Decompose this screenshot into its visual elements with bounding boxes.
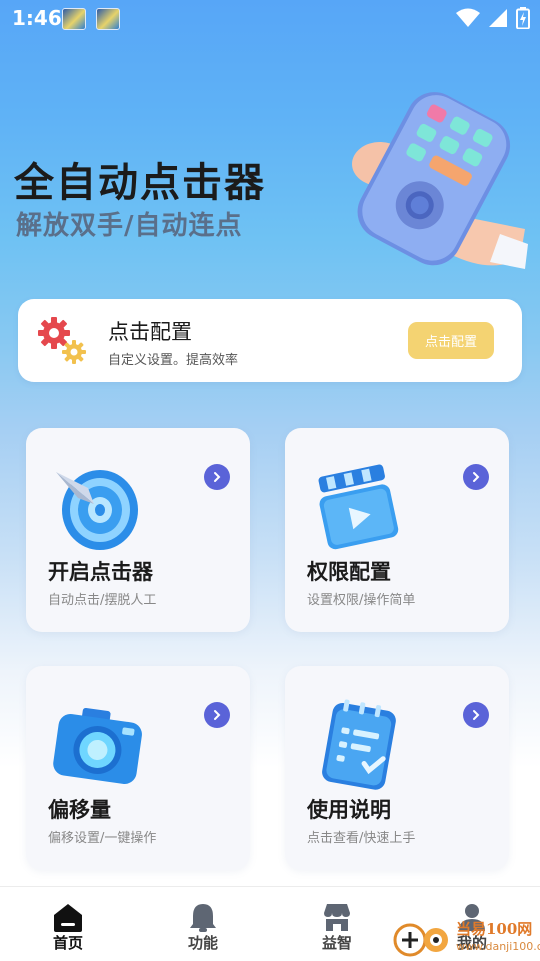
nav-item-home[interactable]: 首页 — [28, 887, 108, 961]
offset-card[interactable]: 偏移量 偏移设置/一键操作 — [26, 666, 250, 870]
hero-subtitle: 解放双手/自动连点 — [16, 211, 243, 241]
chevron-right-icon[interactable] — [204, 464, 230, 490]
card-description: 设置权限/操作简单 — [307, 593, 416, 608]
nav-label: 首页 — [52, 934, 83, 952]
target-icon — [56, 470, 138, 550]
card-title: 偏移量 — [48, 798, 111, 822]
app-notification-icon — [96, 8, 120, 30]
clapperboard-play-icon — [318, 464, 399, 550]
remote-control-illustration — [352, 92, 528, 269]
store-icon — [324, 904, 350, 931]
card-description: 点击查看/快速上手 — [307, 831, 416, 846]
card-description: 自动点击/摆脱人工 — [48, 593, 157, 608]
card-title: 使用说明 — [307, 798, 391, 822]
nav-label: 功能 — [187, 934, 218, 952]
wifi-icon — [456, 8, 480, 27]
signal-icon — [489, 9, 507, 27]
click-config-button[interactable]: 点击配置 — [408, 322, 494, 359]
status-time: 1:46 — [12, 6, 62, 30]
config-title: 点击配置 — [108, 320, 192, 344]
battery-icon — [516, 7, 530, 29]
watermark-url: www.danji100.com — [456, 940, 540, 953]
instructions-card[interactable]: 使用说明 点击查看/快速上手 — [285, 666, 509, 870]
camera-icon — [53, 707, 142, 784]
card-title: 权限配置 — [307, 560, 391, 584]
home-icon — [54, 904, 82, 932]
nav-item-features[interactable]: 功能 — [163, 887, 243, 961]
nav-item-puzzle[interactable]: 益智 — [297, 887, 377, 961]
notepad-icon — [322, 699, 396, 790]
gears-icon — [38, 317, 86, 364]
card-title: 开启点击器 — [48, 560, 153, 584]
chevron-right-icon[interactable] — [463, 464, 489, 490]
card-description: 偏移设置/一键操作 — [48, 831, 157, 846]
watermark: 当易100网 www.danji100.com — [390, 914, 540, 960]
watermark-title: 当易100网 — [456, 920, 533, 938]
nav-label: 益智 — [321, 934, 352, 952]
watermark-logo-icon — [393, 923, 448, 957]
chevron-right-icon[interactable] — [204, 702, 230, 728]
app-notification-icon — [62, 8, 86, 30]
chevron-right-icon[interactable] — [463, 702, 489, 728]
bell-icon — [190, 904, 216, 932]
hero-title: 全自动点击器 — [14, 160, 266, 206]
permission-config-card[interactable]: 权限配置 设置权限/操作简单 — [285, 428, 509, 632]
config-description: 自定义设置。提高效率 — [108, 353, 239, 368]
start-clicker-card[interactable]: 开启点击器 自动点击/摆脱人工 — [26, 428, 250, 632]
click-config-card[interactable]: 点击配置 自定义设置。提高效率 点击配置 — [18, 299, 522, 382]
status-bar: 1:46 — [0, 0, 540, 36]
